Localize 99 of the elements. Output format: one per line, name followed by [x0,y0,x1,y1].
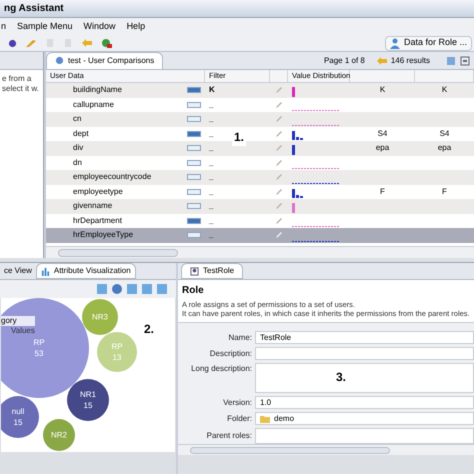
table-cell: _ [209,186,214,198]
folder-field[interactable]: demo [255,412,474,425]
field-label: Description: [208,348,253,360]
field-label: Version: [222,396,253,408]
table-row[interactable]: callupname _ [46,98,474,112]
table-row[interactable]: hrDepartment _ [46,214,474,228]
table-cell: K [209,84,215,96]
table-cell: _ [209,98,214,111]
table-cell-text: employeecountrycode [73,171,152,184]
horizontal-scrollbar[interactable] [46,246,474,258]
table-row[interactable]: employeecountrycode _ [46,170,474,184]
menu-item[interactable]: n [0,20,8,34]
table-cell: _ [209,229,214,242]
table-cell: _ [209,200,214,212]
filter-bar-icon[interactable] [187,87,201,94]
view-tab[interactable]: Attribute Visualization [36,263,136,279]
input-field[interactable]: 1.0 [255,396,474,409]
text-area[interactable] [255,363,474,393]
bubble-count: 15 [14,417,22,428]
table-row[interactable]: buildingName K K K [46,83,474,98]
table-cell-text: cn [73,113,82,126]
field-label: Long description: [190,363,253,375]
table-cell: K [380,84,386,96]
view-tab[interactable]: ce View [0,263,36,279]
field-label: Name: [227,332,253,344]
table-cell: S4 [440,128,450,140]
user-icon [390,38,400,48]
filter-bar-icon[interactable] [187,102,201,108]
back-arrow-icon[interactable] [81,38,93,48]
minimize-icon[interactable] [460,56,470,66]
page-indicator: Page 1 of 8 [324,54,365,66]
filter-bar-icon[interactable] [187,232,201,238]
table-cell-text: div [73,142,84,154]
bubble-count: 15 [84,400,92,411]
results-count: 146 results [390,54,430,66]
table-row[interactable]: givenname _ [46,199,474,214]
legend-title: gory [1,316,35,326]
input-field[interactable]: TestRole [255,331,474,344]
filter-bar-icon[interactable] [187,160,201,166]
filter-bar-icon[interactable] [187,203,201,210]
table-cell-text: dn [73,156,83,169]
table-cell: F [442,186,447,198]
bubble-label: RP [33,337,45,348]
window-title: ng Assistant [4,2,64,16]
bubble-count: 53 [34,348,44,359]
bubble-label: RP [111,341,123,352]
filter-bar-icon[interactable] [187,145,201,152]
list-field[interactable] [255,428,474,444]
table-row[interactable]: cn _ [46,112,474,126]
legend-item: Values [10,326,35,336]
table-cell: epa [438,142,452,154]
perspective-button[interactable]: Data for Role ... [384,36,472,50]
table-row[interactable]: div _ epa epa [46,141,474,156]
bubble-label: NR3 [92,312,108,322]
menu-item[interactable]: Sample Menu [16,20,74,34]
input-field[interactable] [255,347,474,360]
table-cell-text: dept [73,128,90,140]
filter-bar-icon[interactable] [187,130,201,137]
bubble-count: 13 [112,352,122,363]
filter-bar-icon[interactable] [187,116,201,122]
table-cell: _ [209,142,214,154]
folder-icon [260,414,270,422]
table-cell-text: callupname [73,98,115,111]
table-cell-text: buildingName [73,84,123,96]
table-cell: _ [209,156,214,169]
bubble[interactable] [67,379,109,421]
table-cell-text: givenname [73,200,114,212]
next-arrow-icon[interactable] [376,56,387,64]
table-cell-text: employeetype [73,186,124,198]
bubble[interactable] [1,396,39,438]
table-cell: _ [209,113,214,126]
table-cell: K [442,84,448,96]
table-row[interactable]: employeetype _ F F [46,184,474,199]
editor-tab[interactable]: TestRole [181,263,244,279]
field-label: Folder: [226,412,253,424]
bubble-label: NR2 [51,430,67,440]
table-cell: epa [376,142,390,154]
role-icon [190,266,199,276]
menu-item[interactable]: Window [82,20,117,34]
table-cell: _ [209,171,214,184]
bubble-label: null [12,406,24,417]
table-cell-text: hrEmployeeType [73,229,134,242]
filter-bar-icon[interactable] [187,188,201,195]
section-heading: Role [182,284,205,298]
table-cell: S4 [378,128,388,140]
filter-bar-icon[interactable] [187,174,201,180]
field-label: Parent roles: [206,430,253,442]
table-cell: F [380,186,385,198]
table-cell-text: hrDepartment [73,214,123,227]
horizontal-scrollbar[interactable] [178,444,474,455]
bubble-label: NR1 [80,389,96,400]
filter-bar-icon[interactable] [187,218,201,224]
help-text: e from a select it w. [2,74,40,94]
table-cell: _ [209,128,214,140]
menu-item[interactable]: Help [126,20,146,34]
table-cell: _ [209,214,214,227]
editor-tab[interactable]: test - User Comparisons [46,52,164,70]
table-row[interactable]: dn _ [46,156,474,170]
table-row[interactable]: hrEmployeeType _ [46,228,474,242]
